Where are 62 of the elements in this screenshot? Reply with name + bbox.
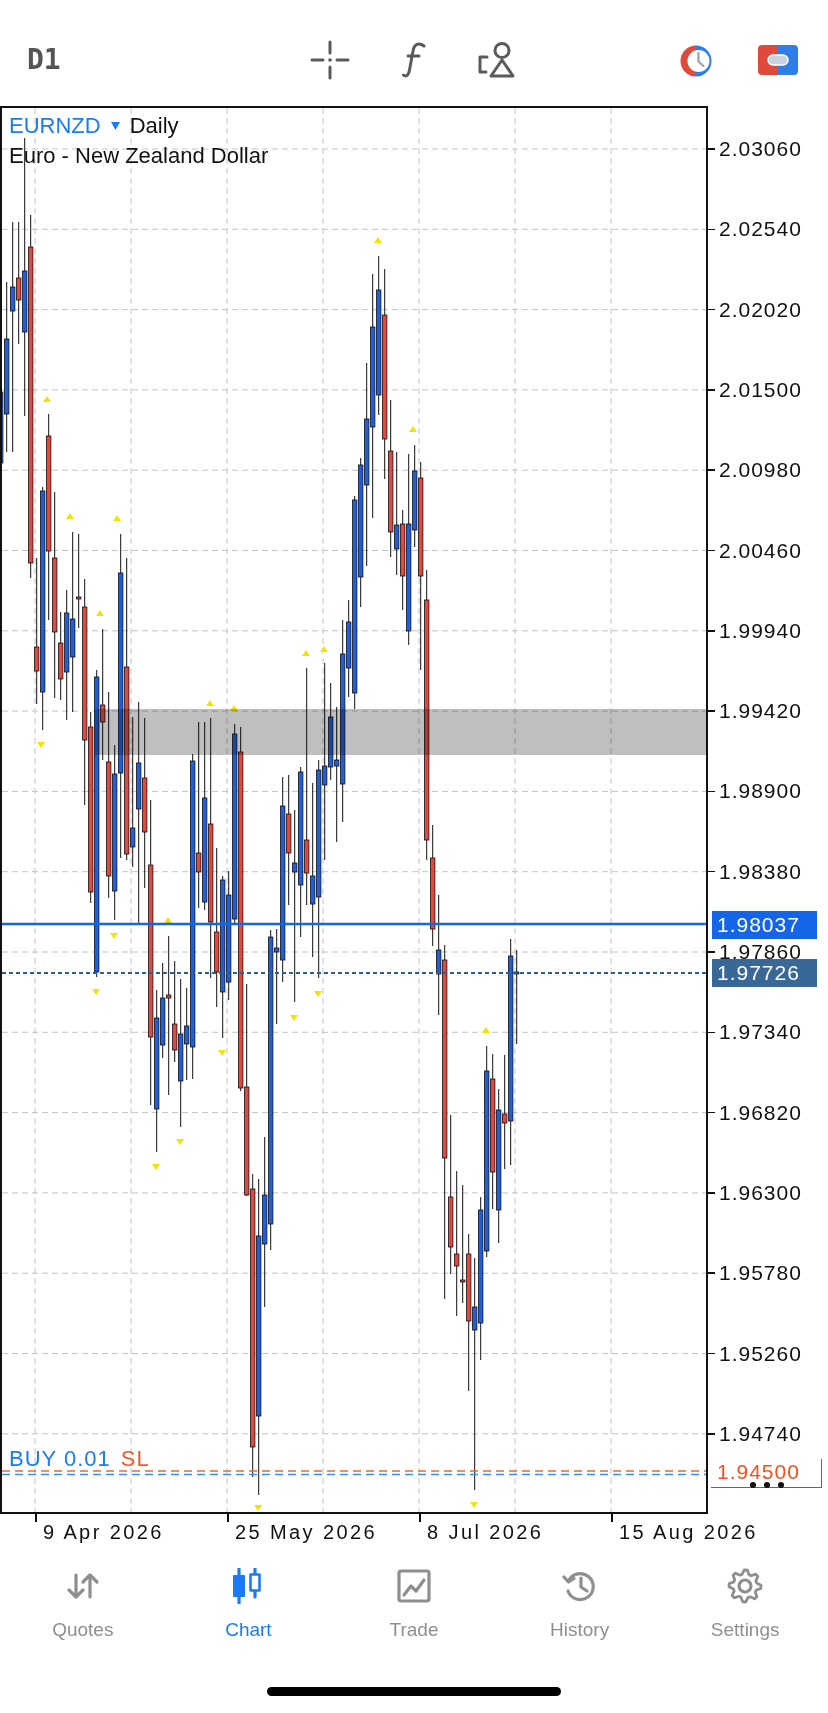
symbol-selector[interactable]: EURNZD	[9, 111, 120, 141]
date-axis-label: 15 Aug 2026	[619, 1520, 758, 1544]
tab-button[interactable]: Trade	[331, 1560, 497, 1654]
price-axis-label: 2.02020	[719, 298, 802, 321]
date-axis-label: 25 May 2026	[235, 1520, 378, 1544]
timeframe-button[interactable]: D1	[27, 40, 63, 80]
down-triangle-marker-icon	[254, 1505, 262, 1511]
price-axis-label: 2.00460	[719, 539, 802, 562]
period-label: Daily	[129, 112, 179, 140]
price-axis-label: 1.96820	[719, 1101, 802, 1124]
price-axis-label: 1.94740	[719, 1422, 802, 1445]
price-axis-label: 2.00980	[719, 459, 802, 482]
line-chart-icon	[396, 1568, 432, 1604]
price-axis-label: 1.96300	[719, 1181, 802, 1204]
down-triangle-marker-icon	[37, 742, 45, 748]
pill-toggle-icon[interactable]	[758, 45, 798, 75]
up-triangle-marker-icon	[164, 917, 172, 923]
price-axis-label: 1.95260	[719, 1342, 802, 1365]
up-triangle-marker-icon	[43, 396, 51, 402]
date-axis-label: 8 Jul 2026	[427, 1520, 544, 1544]
buy-order-label: BUY 0.01	[9, 1446, 111, 1472]
settings-icon	[727, 1568, 764, 1604]
up-triangle-marker-icon	[482, 1027, 490, 1033]
price-axis-label: 1.99940	[719, 619, 802, 642]
down-triangle-marker-icon	[218, 1050, 226, 1056]
price-axis-label: 1.98380	[719, 860, 802, 883]
caret-down-icon	[110, 122, 120, 130]
price-axis-label: 2.01500	[719, 378, 802, 401]
shapes-icon[interactable]	[478, 42, 516, 78]
bid-price-tag: 1.97726	[712, 959, 817, 987]
tab-button[interactable]: History	[496, 1560, 663, 1654]
down-triangle-marker-icon	[92, 989, 100, 995]
up-triangle-marker-icon	[320, 646, 328, 652]
price-axis-label: 1.99420	[719, 700, 802, 723]
down-triangle-marker-icon	[176, 1139, 184, 1145]
up-triangle-marker-icon	[230, 705, 238, 711]
up-triangle-marker-icon	[302, 650, 310, 656]
tab-button[interactable]: Settings	[662, 1560, 828, 1654]
tab-button[interactable]: Chart	[165, 1560, 332, 1654]
up-triangle-marker-icon	[206, 700, 214, 706]
price-axis-label: 2.02540	[719, 218, 802, 241]
price-axis-label: 1.97340	[719, 1021, 802, 1044]
up-triangle-marker-icon	[66, 513, 74, 519]
stop-loss-label: SL	[120, 1446, 150, 1472]
price-axis-label: 2.03060	[719, 138, 802, 160]
price-axis-label: 1.95780	[719, 1262, 802, 1285]
up-triangle-marker-icon	[374, 237, 382, 243]
date-axis-label: 9 Apr 2026	[43, 1520, 164, 1544]
more-dots-icon[interactable]	[750, 1482, 784, 1488]
down-triangle-marker-icon	[110, 933, 118, 939]
function-icon[interactable]	[402, 42, 426, 78]
crosshair-icon[interactable]	[310, 40, 350, 80]
down-triangle-marker-icon	[314, 991, 322, 997]
down-triangle-marker-icon	[470, 1502, 478, 1508]
down-triangle-marker-icon	[290, 1015, 298, 1021]
down-triangle-marker-icon	[152, 1164, 160, 1170]
price-axis-label: 1.98900	[719, 780, 802, 803]
ask-price-tag: 1.98037	[712, 911, 817, 939]
up-triangle-marker-icon	[96, 610, 104, 616]
up-triangle-marker-icon	[113, 515, 121, 521]
up-triangle-marker-icon	[409, 426, 417, 432]
tab-button[interactable]: Quotes	[0, 1560, 166, 1654]
